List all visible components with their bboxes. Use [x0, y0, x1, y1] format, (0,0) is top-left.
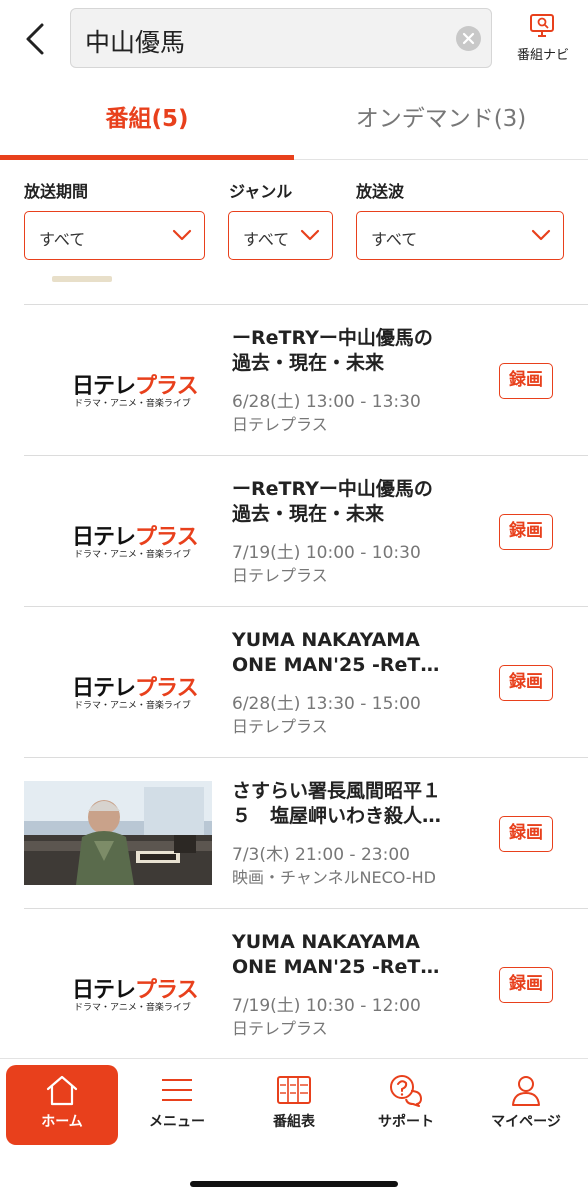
program-row[interactable]: 日テレプラス ドラマ・アニメ・音楽ライブ YUMA NAKAYAMA ONE M… — [0, 908, 588, 1058]
program-channel: 日テレプラス — [232, 1019, 328, 1038]
divider — [24, 606, 588, 607]
nav-support-label: サポート — [378, 1114, 434, 1130]
chevron-down-icon — [172, 229, 192, 241]
program-title-line: ーReTRYー中山優馬の — [232, 327, 433, 349]
program-row[interactable]: 日テレプラス ドラマ・アニメ・音楽ライブ ーReTRYー中山優馬の 過去・現在・… — [0, 455, 588, 606]
program-time: 7/19(土) 10:00 - 10:30 — [232, 543, 421, 563]
nav-menu-label: メニュー — [149, 1114, 205, 1130]
program-time: 7/19(土) 10:30 - 12:00 — [232, 996, 421, 1016]
program-channel: 映画・チャンネルNECO-HD — [232, 868, 436, 887]
search-value: 中山優馬 — [85, 28, 186, 57]
nav-my-page-label: マイページ — [491, 1114, 561, 1130]
program-title[interactable]: ーReTRYー中山優馬の 過去・現在・未来 — [232, 326, 472, 376]
logo-subtext: ドラマ・アニメ・音楽ライブ — [74, 399, 191, 409]
program-title-line: 過去・現在・未来 — [232, 503, 385, 525]
program-row[interactable]: さすらい署長風間昭平１ ５ 塩屋岬いわき殺人… 7/3(木) 21:00 - 2… — [0, 757, 588, 908]
nav-home[interactable]: ホーム — [6, 1065, 118, 1145]
channel-logo: 日テレプラス ドラマ・アニメ・音楽ライブ — [24, 630, 212, 734]
nav-program-guide-label: 番組表 — [273, 1114, 315, 1130]
program-title[interactable]: YUMA NAKAYAMA ONE MAN'25 -ReT… — [232, 628, 472, 678]
program-title-line: ５ 塩屋岬いわき殺人… — [232, 805, 442, 827]
nav-my-page[interactable]: マイページ — [470, 1065, 582, 1145]
program-title[interactable]: ーReTRYー中山優馬の 過去・現在・未来 — [232, 477, 472, 527]
close-icon — [462, 32, 475, 45]
program-title[interactable]: YUMA NAKAYAMA ONE MAN'25 -ReT… — [232, 930, 472, 980]
channel-logo: 日テレプラス ドラマ・アニメ・音楽ライブ — [24, 328, 212, 432]
program-title-line: ONE MAN'25 -ReT… — [232, 956, 440, 978]
partial-thumbnail — [52, 276, 112, 282]
tab-on-demand[interactable]: オンデマンド(3) — [294, 86, 588, 160]
back-button[interactable] — [18, 20, 54, 58]
period-select-value: すべて — [39, 230, 86, 249]
clear-search-button[interactable] — [456, 26, 481, 51]
genre-select-value: すべて — [243, 230, 290, 249]
program-time: 7/3(木) 21:00 - 23:00 — [232, 845, 410, 865]
tab-programs[interactable]: 番組(5) — [0, 86, 294, 160]
search-input[interactable]: 中山優馬 — [70, 8, 492, 68]
logo-subtext: ドラマ・アニメ・音楽ライブ — [74, 701, 191, 711]
bottom-navigation: ホーム メニュー 番組表 サポート マイページ — [0, 1058, 588, 1200]
channel-logo: 日テレプラス ドラマ・アニメ・音楽ライブ — [24, 932, 212, 1036]
record-button[interactable]: 録画 — [499, 363, 553, 399]
tab-bar: 番組(5) オンデマンド(3) — [0, 86, 588, 160]
program-channel: 日テレプラス — [232, 566, 328, 585]
chevron-down-icon — [531, 229, 551, 241]
header: 中山優馬 番組ナビ — [0, 0, 588, 86]
home-indicator[interactable] — [190, 1181, 398, 1187]
channel-logo: 日テレプラス ドラマ・アニメ・音楽ライブ — [24, 479, 212, 583]
nav-menu[interactable]: メニュー — [121, 1065, 233, 1145]
user-icon — [512, 1076, 540, 1106]
record-button[interactable]: 録画 — [499, 816, 553, 852]
nav-program-guide[interactable]: 番組表 — [238, 1065, 350, 1145]
broadcast-select-value: すべて — [371, 230, 418, 249]
program-time: 6/28(土) 13:30 - 15:00 — [232, 694, 421, 714]
program-title[interactable]: さすらい署長風間昭平１ ５ 塩屋岬いわき殺人… — [232, 779, 472, 829]
program-row[interactable]: 日テレプラス ドラマ・アニメ・音楽ライブ ーReTRYー中山優馬の 過去・現在・… — [0, 304, 588, 455]
program-list[interactable]: 日テレプラス ドラマ・アニメ・音楽ライブ ーReTRYー中山優馬の 過去・現在・… — [0, 268, 588, 1058]
period-select[interactable]: すべて — [24, 211, 205, 260]
support-icon — [390, 1075, 422, 1107]
program-row[interactable]: 日テレプラス ドラマ・アニメ・音楽ライブ YUMA NAKAYAMA ONE M… — [0, 606, 588, 757]
program-navi-button[interactable]: 番組ナビ — [506, 12, 580, 72]
broadcast-select[interactable]: すべて — [356, 211, 564, 260]
filter-label-genre: ジャンル — [229, 182, 293, 201]
program-title-line: YUMA NAKAYAMA — [232, 629, 420, 651]
nav-home-label: ホーム — [41, 1114, 83, 1130]
record-button[interactable]: 録画 — [499, 514, 553, 550]
monitor-search-icon — [530, 14, 554, 37]
divider — [24, 455, 588, 456]
program-thumbnail — [24, 781, 212, 885]
genre-select[interactable]: すべて — [228, 211, 333, 260]
program-guide-icon — [277, 1076, 311, 1104]
divider — [24, 908, 588, 909]
program-title-line: ーReTRYー中山優馬の — [232, 478, 433, 500]
record-button[interactable]: 録画 — [499, 967, 553, 1003]
program-time: 6/28(土) 13:00 - 13:30 — [232, 392, 421, 412]
chevron-down-icon — [300, 229, 320, 241]
active-tab-indicator — [0, 155, 294, 160]
program-title-line: 過去・現在・未来 — [232, 352, 385, 374]
program-photo — [24, 781, 212, 885]
program-navi-label: 番組ナビ — [516, 48, 569, 63]
divider — [24, 757, 588, 758]
program-title-line: ONE MAN'25 -ReT… — [232, 654, 440, 676]
logo-subtext: ドラマ・アニメ・音楽ライブ — [74, 550, 191, 560]
divider — [24, 304, 588, 305]
program-title-line: さすらい署長風間昭平１ — [232, 780, 442, 802]
filter-label-broadcast: 放送波 — [356, 182, 405, 201]
nav-support[interactable]: サポート — [350, 1065, 462, 1145]
program-channel: 日テレプラス — [232, 415, 328, 434]
menu-icon — [162, 1079, 192, 1101]
chevron-left-icon — [26, 23, 44, 55]
program-channel: 日テレプラス — [232, 717, 328, 736]
filter-label-period: 放送期間 — [24, 182, 89, 201]
home-icon — [46, 1075, 78, 1106]
logo-subtext: ドラマ・アニメ・音楽ライブ — [74, 1003, 191, 1013]
record-button[interactable]: 録画 — [499, 665, 553, 701]
program-title-line: YUMA NAKAYAMA — [232, 931, 420, 953]
